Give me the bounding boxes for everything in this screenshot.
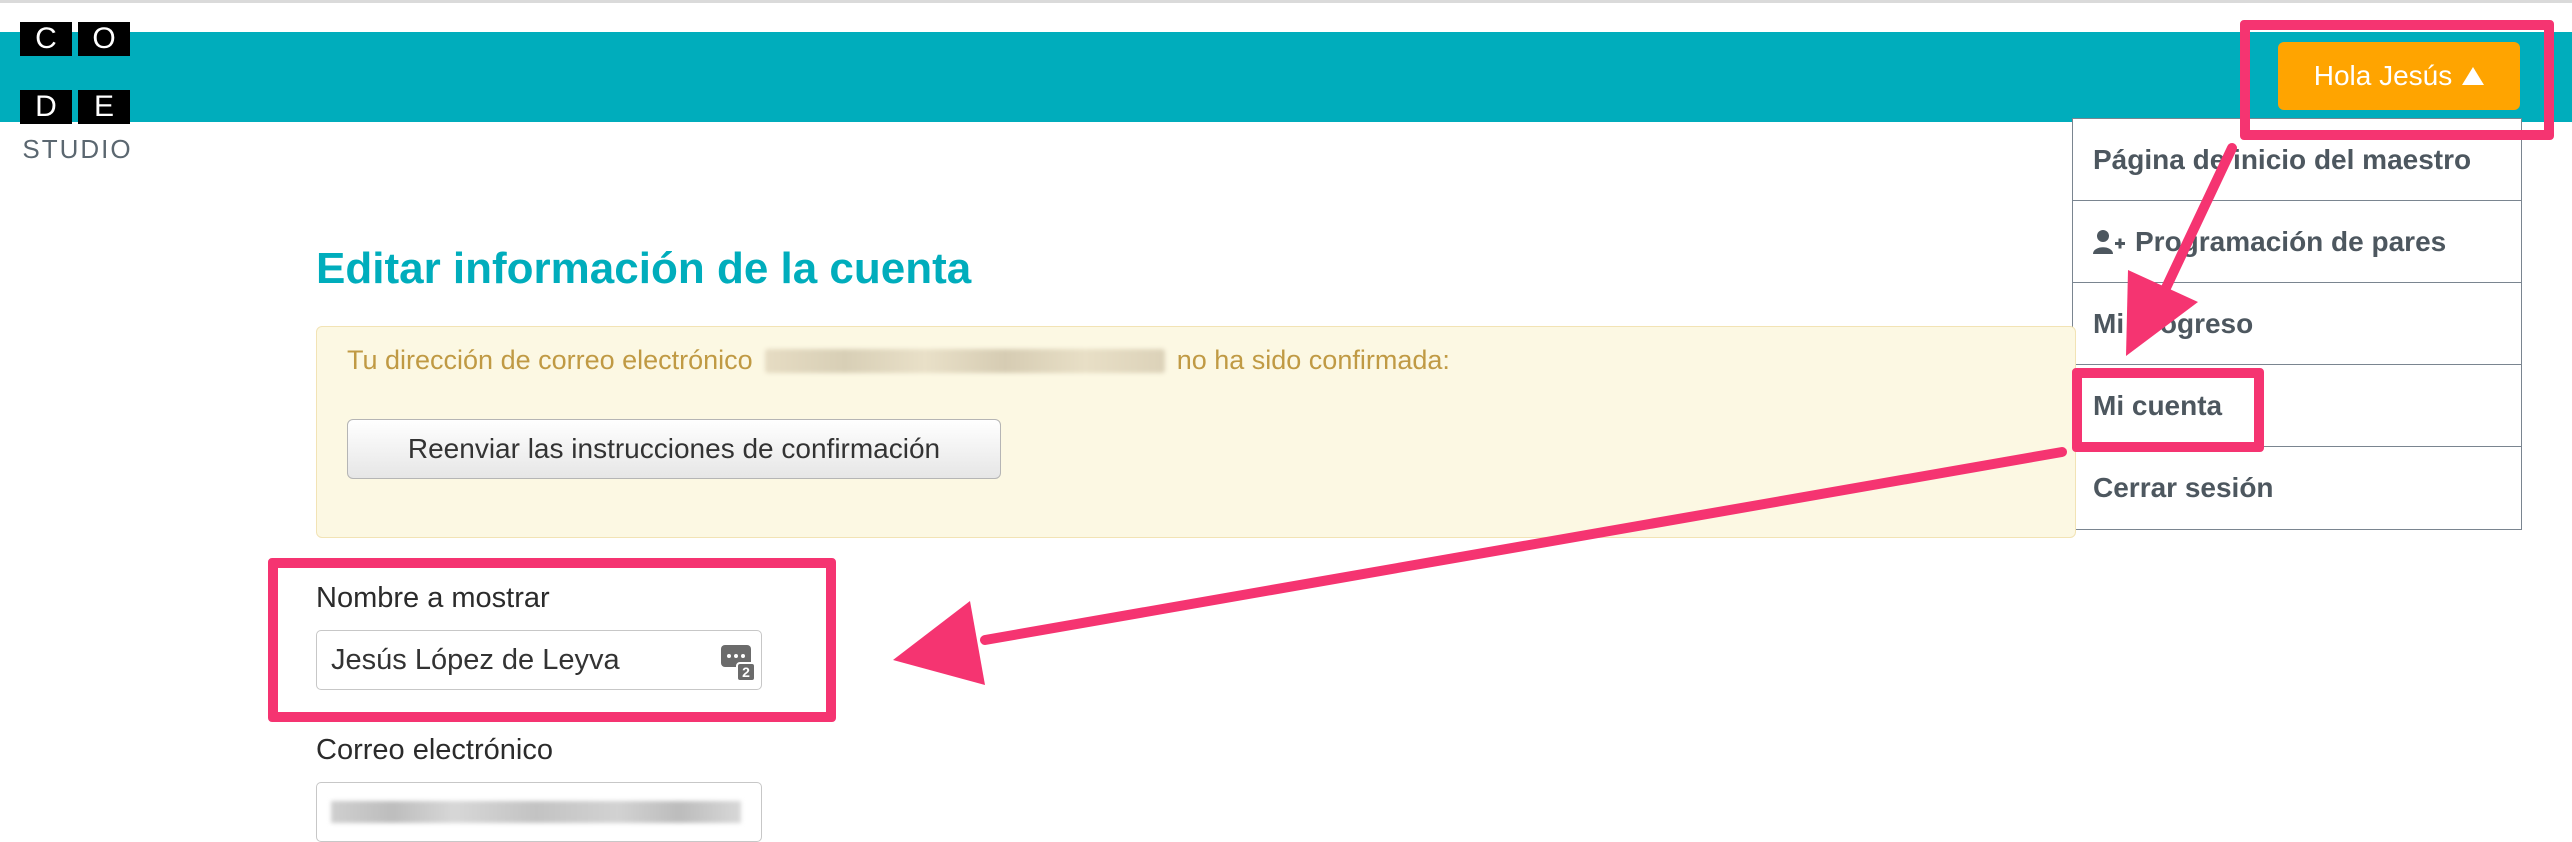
highlight-display-name [268,558,836,722]
resend-confirmation-button[interactable]: Reenviar las instrucciones de confirmaci… [347,419,1001,479]
highlight-user-menu [2240,20,2554,140]
arrow-head-to-display-name [893,601,985,685]
page-title: Editar información de la cuenta [316,244,972,293]
redacted-email-value [331,801,741,823]
highlight-my-account [2072,368,2264,452]
user-plus-icon [2093,229,2125,255]
menu-item-label: Mi progreso [2093,307,2254,339]
email-unconfirmed-alert: Tu dirección de correo electrónico no ha… [316,326,2076,538]
top-border [0,0,2572,3]
alert-text-before: Tu dirección de correo electrónico [347,345,753,375]
alert-message: Tu dirección de correo electrónico no ha… [347,345,1450,376]
user-dropdown-menu: Página de inicio del maestro Programació… [2072,118,2522,530]
email-label: Correo electrónico [316,734,553,766]
menu-item-label: Página de inicio del maestro [2093,143,2472,175]
redacted-email [764,348,1165,373]
alert-text-after: no ha sido confirmada: [1176,345,1450,375]
logo-letter-c: C [20,22,72,56]
menu-item-my-progress[interactable]: Mi progreso [2073,283,2521,365]
code-studio-logo[interactable]: C O D E STUDIO [20,22,135,164]
email-input[interactable] [316,782,762,842]
menu-item-label: Cerrar sesión [2093,472,2274,503]
menu-item-label: Programación de pares [2135,225,2447,257]
header-bar [0,32,2572,122]
logo-letter-d: D [20,90,72,124]
logo-letter-e: E [78,90,130,124]
menu-item-sign-out[interactable]: Cerrar sesión [2073,447,2521,529]
logo-letter-o: O [78,22,130,56]
logo-subtitle: STUDIO [22,134,133,164]
menu-item-pair-programming[interactable]: Programación de pares [2073,201,2521,283]
